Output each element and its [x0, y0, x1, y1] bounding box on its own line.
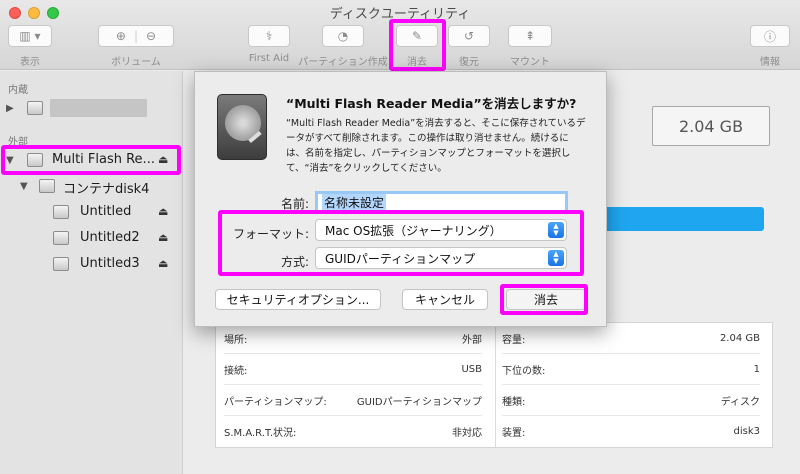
info-label: 情報	[760, 57, 780, 68]
partition-button[interactable]: ◔	[322, 25, 364, 47]
sidebar-item-untitled2[interactable]: Untitled2 ⏏	[0, 226, 182, 250]
info-key: 容量:	[502, 334, 526, 346]
info-value: GUIDパーティションマップ	[356, 396, 482, 408]
container-icon	[39, 179, 55, 193]
info-row-type: 種類: ディスク	[502, 385, 760, 416]
firstaid-button[interactable]: ⚕	[248, 25, 290, 47]
view-label: 表示	[20, 57, 40, 68]
redacted-disk-name	[50, 99, 147, 117]
eject-icon[interactable]: ⏏	[158, 231, 168, 244]
name-value: 名称未設定	[322, 193, 387, 211]
disclosure-triangle-icon: ▼	[20, 181, 28, 192]
info-key: 装置:	[502, 428, 526, 439]
info-icon: ⓘ	[763, 29, 776, 44]
hard-drive-icon	[217, 94, 267, 160]
stethoscope-icon: ⚕	[265, 29, 273, 43]
sidebar-item-container[interactable]: ▼ コンテナdisk4	[0, 174, 182, 198]
info-value: 2.04 GB	[719, 332, 760, 344]
cancel-button[interactable]: キャンセル	[402, 289, 488, 310]
info-row-children: 下位の数: 1	[502, 354, 760, 385]
volume-icon	[53, 257, 69, 271]
info-value: 外部	[462, 334, 482, 346]
info-key: S.M.A.R.T.状況:	[224, 428, 297, 439]
sidebar-item-untitled[interactable]: Untitled ⏏	[0, 200, 182, 224]
info-table: 場所: 外部 接続: USB パーティションマップ: GUIDパーティションマッ…	[215, 322, 773, 448]
volume-icon	[53, 231, 69, 245]
internal-header: 内蔵	[8, 85, 28, 96]
info-value: disk3	[733, 426, 761, 437]
usage-bar	[590, 207, 764, 231]
dialog-title: “Multi Flash Reader Media”を消去しますか?	[286, 96, 577, 111]
sidebar-item-label: Untitled3	[80, 256, 140, 271]
disclosure-triangle-icon: ▶	[6, 103, 14, 114]
restore-icon: ↺	[463, 29, 475, 43]
internal-disk-icon	[27, 101, 43, 115]
info-value: ディスク	[720, 396, 760, 408]
info-value: USB	[461, 363, 482, 375]
volume-label: ボリューム	[111, 57, 161, 68]
add-volume-icon: ⊕	[115, 29, 126, 43]
sidebar-item-internal-disk[interactable]: ▶	[0, 96, 182, 120]
info-value: 1	[753, 363, 760, 375]
security-options-button[interactable]: セキュリティオプション...	[215, 289, 381, 310]
info-key: 下位の数:	[502, 365, 546, 377]
info-row-connection: 接続: USB	[224, 354, 482, 385]
erase-dialog: “Multi Flash Reader Media”を消去しますか? “Mult…	[194, 71, 607, 327]
firstaid-label: First Aid	[248, 53, 290, 64]
highlight-selected-disk	[1, 145, 181, 175]
highlight-erase-toolbar	[389, 19, 446, 71]
info-row-capacity: 容量: 2.04 GB	[502, 323, 760, 354]
volume-icon	[53, 205, 69, 219]
disk-utility-window: ディスクユーティリティ ▥ ▾ 表示 ⊕ | ⊖ ボリューム ⚕ First A…	[0, 0, 800, 474]
info-button[interactable]: ⓘ	[750, 25, 790, 47]
restore-button[interactable]: ↺	[448, 25, 490, 47]
toolbar: ディスクユーティリティ ▥ ▾ 表示 ⊕ | ⊖ ボリューム ⚕ First A…	[0, 0, 800, 71]
mount-icon: ⇞	[524, 29, 536, 43]
highlight-format-scheme	[218, 210, 584, 276]
remove-volume-icon: ⊖	[146, 29, 157, 43]
info-row-smart: S.M.A.R.T.状況: 非対応	[224, 416, 482, 447]
mount-button[interactable]: ⇞	[508, 25, 552, 47]
highlight-erase-button	[500, 284, 588, 315]
capacity-display: 2.04 GB	[652, 106, 770, 146]
dialog-message: “Multi Flash Reader Media”を消去すると、そこに保存され…	[286, 118, 586, 174]
sidebar: 内蔵 ▶ 外部 ▼ Multi Flash Re... ⏏ ▼ コンテナdisk…	[0, 71, 183, 474]
sidebar-item-label: Untitled2	[80, 230, 140, 245]
sidebar-item-untitled3[interactable]: Untitled3 ⏏	[0, 252, 182, 276]
eject-icon[interactable]: ⏏	[158, 257, 168, 270]
volume-button[interactable]: ⊕ | ⊖	[98, 25, 174, 47]
info-row-location: 場所: 外部	[224, 323, 482, 354]
pie-chart-icon: ◔	[337, 29, 349, 43]
info-row-device: 装置: disk3	[502, 416, 760, 447]
sidebar-item-label: Untitled	[80, 204, 132, 219]
sidebar-icon: ▥ ▾	[19, 29, 41, 43]
info-value: 非対応	[452, 428, 482, 439]
info-key: 接続:	[224, 365, 248, 377]
eject-icon[interactable]: ⏏	[158, 205, 168, 218]
partition-label: パーティション作成	[298, 57, 388, 68]
info-key: 種類:	[502, 396, 526, 408]
info-row-partition-map: パーティションマップ: GUIDパーティションマップ	[224, 385, 482, 416]
restore-label: 復元	[459, 57, 479, 68]
sidebar-item-label: コンテナdisk4	[63, 182, 150, 197]
info-key: 場所:	[224, 334, 248, 346]
view-button[interactable]: ▥ ▾	[8, 25, 52, 47]
info-divider	[495, 323, 496, 447]
info-key: パーティションマップ:	[224, 396, 327, 408]
mount-label: マウント	[510, 57, 550, 68]
